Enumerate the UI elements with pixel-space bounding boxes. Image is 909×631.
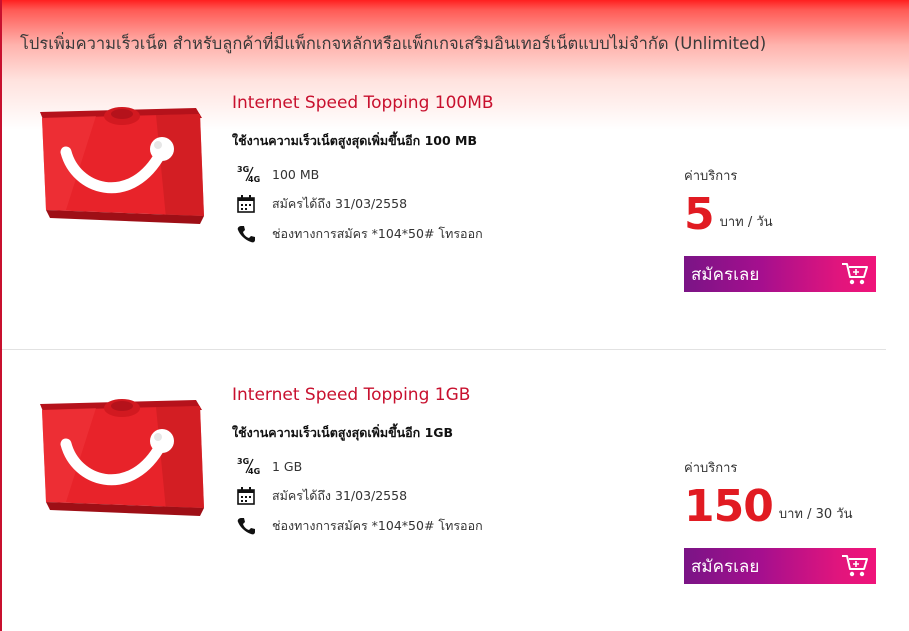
calendar-icon: [236, 486, 264, 506]
signup-button[interactable]: สมัครเลย: [684, 256, 876, 292]
valid-until-text: สมัครได้ถึง 31/03/2558: [272, 196, 408, 211]
price-value: 150: [684, 481, 774, 532]
svg-text:3G: 3G: [237, 457, 249, 466]
signup-button[interactable]: สมัครเลย: [684, 548, 876, 584]
feature-channel: ช่องทางการสมัคร *104*50# โทรออก: [236, 223, 483, 245]
package-description: ใช้งานความเร็วเน็ตสูงสุดเพิ่มขึ้นอีก 1GB: [232, 425, 454, 440]
data-amount: 1 GB: [272, 458, 303, 474]
feature-channel: ช่องทางการสมัคร *104*50# โทรออก: [236, 515, 483, 537]
signup-button-label: สมัครเลย: [691, 264, 760, 285]
package-card: Internet Speed Topping 100MB ใช้งานความเ…: [0, 0, 909, 292]
3g-4g-icon: 3G 4G: [236, 164, 264, 184]
package-description: ใช้งานความเร็วเน็ตสูงสุดเพิ่มขึ้นอีก 100…: [232, 133, 477, 148]
feature-validity: สมัครได้ถึง 31/03/2558: [236, 485, 407, 507]
feature-data: 3G 4G 1 GB: [236, 455, 302, 477]
price-label: ค่าบริการ: [684, 169, 738, 184]
svg-text:4G: 4G: [248, 175, 260, 184]
phone-icon: [236, 516, 264, 536]
cart-icon: [842, 263, 868, 285]
valid-until-text: สมัครได้ถึง 31/03/2558: [272, 488, 408, 503]
signup-button-label: สมัครเลย: [691, 556, 760, 577]
package-name: Internet Speed Topping 1GB: [232, 385, 471, 405]
price-unit: บาท / 30 วัน: [778, 507, 853, 522]
price-row: 5 บาท / วัน: [684, 190, 773, 240]
price-unit: บาท / วัน: [719, 215, 773, 230]
gift-box-smile-icon: [40, 399, 204, 516]
cart-icon: [842, 555, 868, 577]
calendar-icon: [236, 194, 264, 214]
gift-box-smile-icon: [40, 107, 204, 224]
data-amount: 100 MB: [272, 166, 320, 182]
signup-channel-text: ช่องทางการสมัคร *104*50# โทรออก: [272, 226, 483, 241]
feature-data: 3G 4G 100 MB: [236, 163, 319, 185]
3g-4g-icon: 3G 4G: [236, 456, 264, 476]
phone-icon: [236, 224, 264, 244]
package-name: Internet Speed Topping 100MB: [232, 93, 494, 113]
price-value: 5: [684, 189, 715, 240]
svg-text:3G: 3G: [237, 165, 249, 174]
signup-channel-text: ช่องทางการสมัคร *104*50# โทรออก: [272, 518, 483, 533]
price-row: 150 บาท / 30 วัน: [684, 482, 853, 532]
price-label: ค่าบริการ: [684, 461, 738, 476]
package-card: Internet Speed Topping 1GB ใช้งานความเร็…: [0, 292, 909, 584]
feature-validity: สมัครได้ถึง 31/03/2558: [236, 193, 407, 215]
svg-text:4G: 4G: [248, 467, 260, 476]
